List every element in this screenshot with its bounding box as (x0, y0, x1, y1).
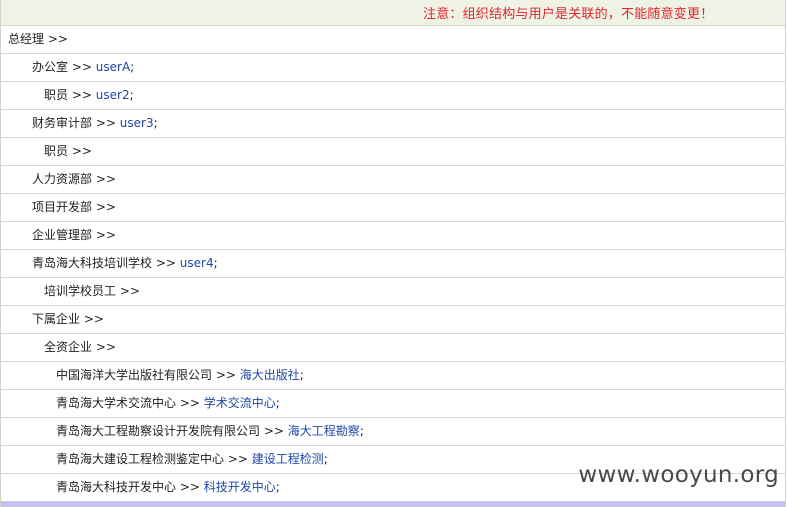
org-tree: 总经理 >> 办公室 >> userA; 职员 >> user2; 财务审计部 >>… (1, 26, 785, 502)
org-tree-row: 财务审计部 >> user3; (1, 110, 785, 138)
user-list-terminator: ; (275, 480, 280, 494)
user-list-terminator: ; (130, 60, 135, 74)
org-unit-name: 总经理 (8, 32, 45, 46)
org-tree-row: 培训学校员工 >> (1, 278, 785, 306)
org-separator: >> (116, 284, 144, 298)
assigned-user-link[interactable]: 科技开发中心 (204, 480, 276, 494)
org-unit-name: 职员 (44, 88, 69, 102)
org-tree-row: 职员 >> user2; (1, 82, 785, 110)
org-separator: >> (68, 88, 96, 102)
user-list-terminator: ; (275, 396, 280, 410)
org-unit-name: 青岛海大科技培训学校 (32, 256, 153, 270)
user-list-terminator: ; (129, 88, 134, 102)
user-list-terminator: ; (213, 256, 218, 270)
assigned-user-link[interactable]: 海大出版社 (240, 368, 300, 382)
org-unit-name: 青岛海大科技开发中心 (56, 480, 177, 494)
org-separator: >> (92, 172, 120, 186)
assigned-user-link[interactable]: 海大工程勘察 (288, 424, 360, 438)
org-unit-name: 青岛海大工程勘察设计开发院有限公司 (56, 424, 261, 438)
org-separator: >> (92, 116, 120, 130)
org-separator: >> (68, 60, 96, 74)
org-unit-name: 中国海洋大学出版社有限公司 (56, 368, 213, 382)
org-tree-row: 中国海洋大学出版社有限公司 >> 海大出版社; (1, 362, 785, 390)
warning-notice: 注意：组织结构与用户是关联的，不能随意变更！ (423, 7, 714, 22)
org-unit-name: 培训学校员工 (44, 284, 117, 298)
org-tree-row: 青岛海大科技培训学校 >> user4; (1, 250, 785, 278)
user-list-terminator: ; (359, 424, 364, 438)
org-tree-row: 办公室 >> userA; (1, 54, 785, 82)
assigned-user-link[interactable]: user4 (180, 256, 214, 270)
org-tree-row: 全资企业 >> (1, 334, 785, 362)
bottom-scroll-bar (1, 501, 785, 507)
assigned-user-link[interactable]: 建设工程检测 (252, 452, 324, 466)
user-list-terminator: ; (299, 368, 304, 382)
org-unit-name: 项目开发部 (32, 200, 93, 214)
org-unit-name: 职员 (44, 144, 69, 158)
assigned-user-link[interactable]: user3 (120, 116, 154, 130)
assigned-user-link[interactable]: userA (96, 60, 130, 74)
org-unit-name: 下属企业 (32, 312, 81, 326)
org-unit-name: 企业管理部 (32, 228, 93, 242)
org-unit-name: 财务审计部 (32, 116, 93, 130)
org-structure-panel: 注意：组织结构与用户是关联的，不能随意变更！ 总经理 >> 办公室 >> use… (0, 0, 786, 507)
org-separator: >> (80, 312, 108, 326)
org-tree-row: 青岛海大建设工程检测鉴定中心 >> 建设工程检测; (1, 446, 785, 474)
org-unit-name: 青岛海大学术交流中心 (56, 396, 177, 410)
org-tree-row: 青岛海大工程勘察设计开发院有限公司 >> 海大工程勘察; (1, 418, 785, 446)
org-tree-row: 人力资源部 >> (1, 166, 785, 194)
org-unit-name: 青岛海大建设工程检测鉴定中心 (56, 452, 225, 466)
org-unit-name: 人力资源部 (32, 172, 93, 186)
org-separator: >> (176, 480, 204, 494)
org-tree-row: 青岛海大科技开发中心 >> 科技开发中心; (1, 474, 785, 502)
org-tree-row: 职员 >> (1, 138, 785, 166)
org-unit-name: 办公室 (32, 60, 69, 74)
org-tree-row: 青岛海大学术交流中心 >> 学术交流中心; (1, 390, 785, 418)
org-separator: >> (92, 228, 120, 242)
assigned-user-link[interactable]: user2 (96, 88, 130, 102)
org-separator: >> (224, 452, 252, 466)
org-separator: >> (212, 368, 240, 382)
org-separator: >> (44, 32, 72, 46)
org-tree-row: 企业管理部 >> (1, 222, 785, 250)
org-separator: >> (152, 256, 180, 270)
org-separator: >> (68, 144, 96, 158)
org-separator: >> (176, 396, 204, 410)
org-separator: >> (260, 424, 288, 438)
assigned-user-link[interactable]: 学术交流中心 (204, 396, 276, 410)
org-tree-row: 总经理 >> (1, 26, 785, 54)
org-separator: >> (92, 200, 120, 214)
panel-header: 注意：组织结构与用户是关联的，不能随意变更！ (1, 0, 785, 26)
org-tree-row: 下属企业 >> (1, 306, 785, 334)
org-unit-name: 全资企业 (44, 340, 93, 354)
user-list-terminator: ; (153, 116, 158, 130)
org-tree-row: 项目开发部 >> (1, 194, 785, 222)
user-list-terminator: ; (323, 452, 328, 466)
org-separator: >> (92, 340, 120, 354)
